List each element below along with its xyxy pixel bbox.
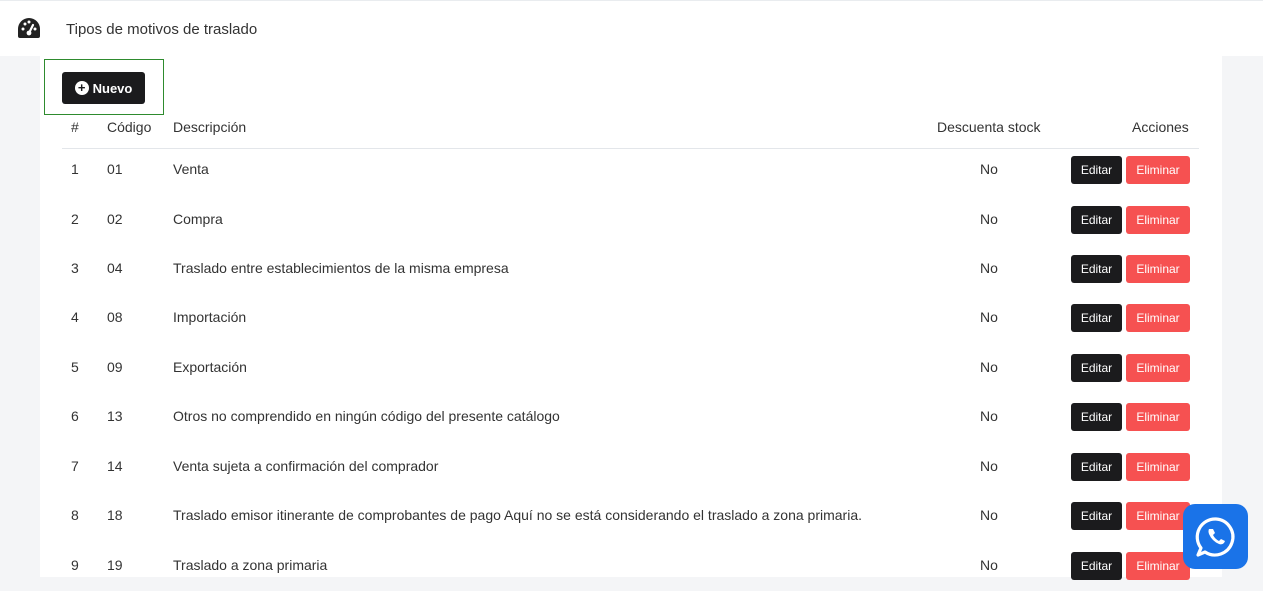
row-code: 02 xyxy=(107,211,123,227)
row-description: Venta xyxy=(173,161,209,177)
row-stock: No xyxy=(980,359,998,375)
row-description: Exportación xyxy=(173,359,247,375)
edit-button[interactable]: Editar xyxy=(1071,255,1122,283)
column-header-code: Código xyxy=(107,119,152,135)
delete-button[interactable]: Eliminar xyxy=(1126,502,1190,530)
row-code: 01 xyxy=(107,161,123,177)
row-code: 14 xyxy=(107,458,123,474)
delete-button[interactable]: Eliminar xyxy=(1126,403,1190,431)
table-row: 2 02 Compra No Editar Eliminar xyxy=(62,196,1199,245)
row-number: 6 xyxy=(71,408,79,424)
row-code: 04 xyxy=(107,260,123,276)
column-header-actions: Acciones xyxy=(1132,119,1189,135)
row-description: Traslado entre establecimientos de la mi… xyxy=(173,260,509,276)
delete-button[interactable]: Eliminar xyxy=(1126,453,1190,481)
row-number: 4 xyxy=(71,309,79,325)
row-stock: No xyxy=(980,161,998,177)
delete-button[interactable]: Eliminar xyxy=(1126,304,1190,332)
table-row: 3 04 Traslado entre establecimientos de la… xyxy=(62,245,1199,294)
row-description: Importación xyxy=(173,309,247,325)
whatsapp-button[interactable] xyxy=(1183,504,1248,569)
delete-button[interactable]: Eliminar xyxy=(1126,156,1190,184)
row-code: 13 xyxy=(107,408,123,424)
row-stock: No xyxy=(980,260,998,276)
table-row: 6 13 Otros no comprendido en ningún código… xyxy=(62,393,1199,442)
table-row: 5 09 Exportación No Editar Eliminar xyxy=(62,344,1199,393)
edit-button[interactable]: Editar xyxy=(1071,156,1122,184)
column-header-description: Descripción xyxy=(173,119,247,135)
top-header: Tipos de motivos de traslado xyxy=(0,0,1263,56)
delete-button[interactable]: Eliminar xyxy=(1126,354,1190,382)
row-code: 09 xyxy=(107,359,123,375)
table-header: # Código Descripción Descuenta stock Acc… xyxy=(62,110,1199,149)
row-number: 9 xyxy=(71,557,79,573)
delete-button[interactable]: Eliminar xyxy=(1126,255,1190,283)
row-stock: No xyxy=(980,507,998,523)
row-number: 3 xyxy=(71,260,79,276)
row-code: 18 xyxy=(107,507,123,523)
row-description: Venta sujeta a confirmación del comprado… xyxy=(173,458,439,474)
row-stock: No xyxy=(980,211,998,227)
row-stock: No xyxy=(980,458,998,474)
row-description: Traslado emisor itinerante de comprobant… xyxy=(173,507,863,523)
row-description: Traslado a zona primaria xyxy=(173,557,328,573)
row-number: 5 xyxy=(71,359,79,375)
row-code: 19 xyxy=(107,557,123,573)
row-stock: No xyxy=(980,309,998,325)
delete-button[interactable]: Eliminar xyxy=(1126,552,1190,580)
whatsapp-icon xyxy=(1195,516,1234,557)
edit-button[interactable]: Editar xyxy=(1071,206,1122,234)
edit-button[interactable]: Editar xyxy=(1071,552,1122,580)
row-description: Otros no comprendido en ningún código de… xyxy=(173,408,560,424)
table-row: 4 08 Importación No Editar Eliminar xyxy=(62,294,1199,343)
row-number: 1 xyxy=(71,161,79,177)
table-row: 9 19 Traslado a zona primaria No Editar Elimi… xyxy=(62,542,1199,591)
plus-circle-icon: + xyxy=(74,81,89,95)
page-title: Tipos de motivos de traslado xyxy=(66,21,258,38)
row-number: 7 xyxy=(71,458,79,474)
row-description: Compra xyxy=(173,211,223,227)
edit-button[interactable]: Editar xyxy=(1071,502,1122,530)
edit-button[interactable]: Editar xyxy=(1071,403,1122,431)
row-number: 8 xyxy=(71,507,79,523)
edit-button[interactable]: Editar xyxy=(1071,453,1122,481)
edit-button[interactable]: Editar xyxy=(1071,304,1122,332)
row-stock: No xyxy=(980,557,998,573)
table-row: 8 18 Traslado emisor itinerante de comprob… xyxy=(62,492,1199,541)
new-button[interactable]: + Nuevo xyxy=(62,72,145,104)
table-row: 1 01 Venta No Editar Eliminar xyxy=(62,146,1199,195)
edit-button[interactable]: Editar xyxy=(1071,354,1122,382)
row-stock: No xyxy=(980,408,998,424)
row-number: 2 xyxy=(71,211,79,227)
delete-button[interactable]: Eliminar xyxy=(1126,206,1190,234)
row-code: 08 xyxy=(107,309,123,325)
column-header-stock: Descuenta stock xyxy=(937,119,1041,135)
table-row: 7 14 Venta sujeta a confirmación del compr… xyxy=(62,443,1199,492)
dashboard-gauge-icon xyxy=(18,18,40,38)
new-button-label: Nuevo xyxy=(92,80,133,96)
column-header-number: # xyxy=(71,119,79,135)
